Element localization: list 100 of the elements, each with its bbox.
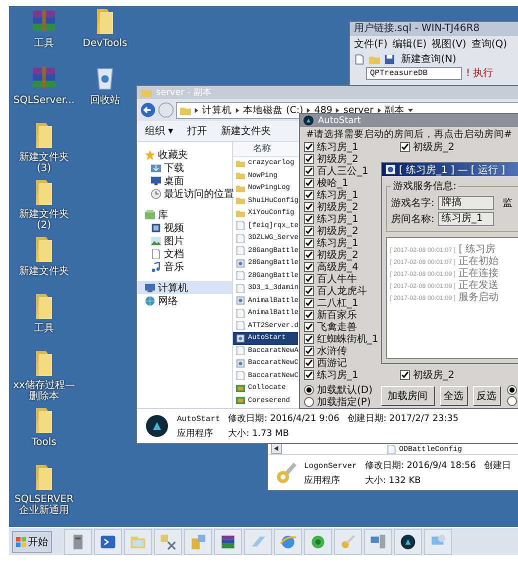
- chevron-icon: [408, 108, 412, 112]
- back-button[interactable]: [140, 102, 156, 118]
- radio-label[interactable]: 加载指定(P): [317, 394, 371, 408]
- tools-icon[interactable]: [159, 532, 177, 550]
- chevron-icon: [335, 108, 340, 112]
- toolbar-button[interactable]: 组织 ▾: [145, 124, 174, 138]
- input-field[interactable]: 牌搞: [438, 196, 494, 210]
- radio-dot[interactable]: [304, 396, 314, 406]
- orb-icon[interactable]: [399, 532, 417, 550]
- nav-item[interactable]: 文档: [137, 247, 232, 260]
- desktop-icon-label[interactable]: 新建文件夹: [12, 266, 76, 277]
- desktop-icon-label[interactable]: SQLServer...: [12, 95, 76, 106]
- toolbar-button[interactable]: 打开: [187, 124, 208, 138]
- desktop-icon-label[interactable]: SQLSERVER 企业新通用: [12, 494, 76, 516]
- room-checkbox[interactable]: 练习房_1: [304, 369, 400, 381]
- nav-item[interactable]: 桌面: [137, 174, 232, 187]
- window-title: server - 副本: [156, 86, 212, 99]
- file-icon: [236, 371, 245, 380]
- start-button[interactable]: 开始: [12, 530, 52, 552]
- room-checkbox[interactable]: 初级房_2: [304, 153, 400, 165]
- app-icon: [236, 358, 245, 368]
- menu-item[interactable]: 视图(V): [430, 37, 468, 51]
- terminal-icon[interactable]: [99, 532, 117, 550]
- globe-icon: [145, 296, 155, 306]
- file-size: 大小: 1.73 MB: [228, 428, 290, 440]
- breadcrumb[interactable]: 本地磁盘 (C:): [243, 104, 304, 116]
- radio-button[interactable]: 加载指定(P): [304, 396, 373, 407]
- four-squares-icon: [16, 536, 26, 546]
- created-date: 创建日: [484, 460, 511, 472]
- app-icon: [236, 334, 245, 343]
- desktop-icon-label[interactable]: 工具: [12, 323, 76, 334]
- nav-item[interactable]: 收藏夹: [137, 148, 232, 161]
- field-label: 游戏名字:: [391, 196, 434, 210]
- monitor-icon: [151, 176, 161, 186]
- breadcrumb[interactable]: 489: [314, 104, 332, 116]
- breadcrumb[interactable]: server: [343, 104, 374, 116]
- action-button[interactable]: 全选: [440, 386, 468, 406]
- nav-item[interactable]: 最近访问的位置: [137, 187, 232, 200]
- radio-dot[interactable]: [304, 384, 314, 394]
- desktop-icon-label[interactable]: 工具: [12, 38, 76, 49]
- chevron-icon: [235, 108, 240, 112]
- scroll-left-button[interactable]: [271, 443, 282, 454]
- menu-item[interactable]: 文件(F): [353, 37, 389, 51]
- desktop-icon-label[interactable]: 新建文件夹 (3): [12, 152, 76, 174]
- created-date: 创建日期: 2017/2/7 23:35: [347, 412, 458, 425]
- recycle-icon[interactable]: [309, 532, 327, 550]
- desktop-icon-label[interactable]: DevTools: [73, 38, 137, 49]
- modified-date: 修改日期: 2016/4/21 9:06: [228, 412, 340, 425]
- desktop-icon-label[interactable]: xx储存过程—删除本: [12, 380, 76, 402]
- app-icon: [385, 164, 396, 175]
- room-checkbox[interactable]: 初级房_2: [400, 141, 454, 153]
- room-checkbox[interactable]: 练习房_1: [304, 141, 400, 153]
- menu-item[interactable]: 查询(Q): [470, 37, 508, 51]
- computer-icon: [145, 282, 155, 292]
- desktop-icon-label[interactable]: 新建文件夹 (2): [12, 209, 76, 231]
- file-name: LogonServer: [304, 462, 357, 470]
- library-icon: [145, 210, 155, 220]
- film-icon: [151, 222, 161, 232]
- menu-item[interactable]: 编辑(E): [392, 37, 428, 51]
- key-icon: [274, 460, 298, 484]
- file-icon: [236, 346, 245, 356]
- desktop-icon-label[interactable]: 回收站: [73, 95, 137, 106]
- checkmark-icon: [401, 143, 409, 151]
- new-file-icon[interactable]: [354, 54, 365, 64]
- nav-item[interactable]: 计算机: [137, 281, 232, 294]
- chevron-icon: [376, 108, 382, 112]
- desktop-icon-label[interactable]: Tools: [12, 437, 76, 448]
- input-field[interactable]: 练习房_1: [438, 212, 494, 226]
- archive-icon[interactable]: [219, 532, 237, 550]
- new-query-button[interactable]: 新建查询(N): [399, 52, 458, 66]
- app-icon: [236, 296, 245, 306]
- download-icon: [151, 162, 161, 172]
- radio-button[interactable]: [506, 385, 517, 395]
- nav-item[interactable]: 音乐: [137, 260, 232, 273]
- room-checkbox[interactable]: 初级房_2: [400, 369, 454, 381]
- action-button[interactable]: 加载房间: [380, 386, 435, 406]
- radio-label[interactable]: 加载默认(D): [317, 382, 373, 396]
- radio-button[interactable]: [506, 396, 517, 406]
- nav-item[interactable]: 网络: [137, 294, 232, 307]
- database-dropdown[interactable]: QPTreasureDB: [366, 66, 462, 80]
- document-icon: [151, 248, 161, 258]
- file-type: 应用程序: [304, 474, 341, 486]
- nav-item[interactable]: 视频: [137, 221, 232, 234]
- app-icon: [236, 258, 245, 268]
- execute-button[interactable]: ! 执行: [466, 66, 494, 80]
- nav-item[interactable]: 下载: [137, 161, 232, 174]
- modified-date: 修改日期: 2016/9/4 18:56: [364, 460, 476, 472]
- network-icon[interactable]: [369, 532, 387, 550]
- nav-item[interactable]: 图片: [137, 234, 232, 247]
- radio-button[interactable]: 加载默认(D): [304, 384, 373, 395]
- save-icon[interactable]: [384, 54, 395, 64]
- nav-item[interactable]: 库: [137, 208, 232, 221]
- clock-icon: [151, 188, 161, 198]
- toolbar-button[interactable]: 新建文件夹: [221, 124, 272, 138]
- orb-icon: [145, 414, 169, 438]
- action-button[interactable]: 反选: [472, 386, 501, 406]
- breadcrumb[interactable]: 计算机: [202, 104, 232, 116]
- file-type: 应用程序: [177, 428, 214, 440]
- window-title: 用户链接.sql - WIN-TJ46R8: [350, 22, 518, 36]
- browser-icon[interactable]: [279, 532, 297, 550]
